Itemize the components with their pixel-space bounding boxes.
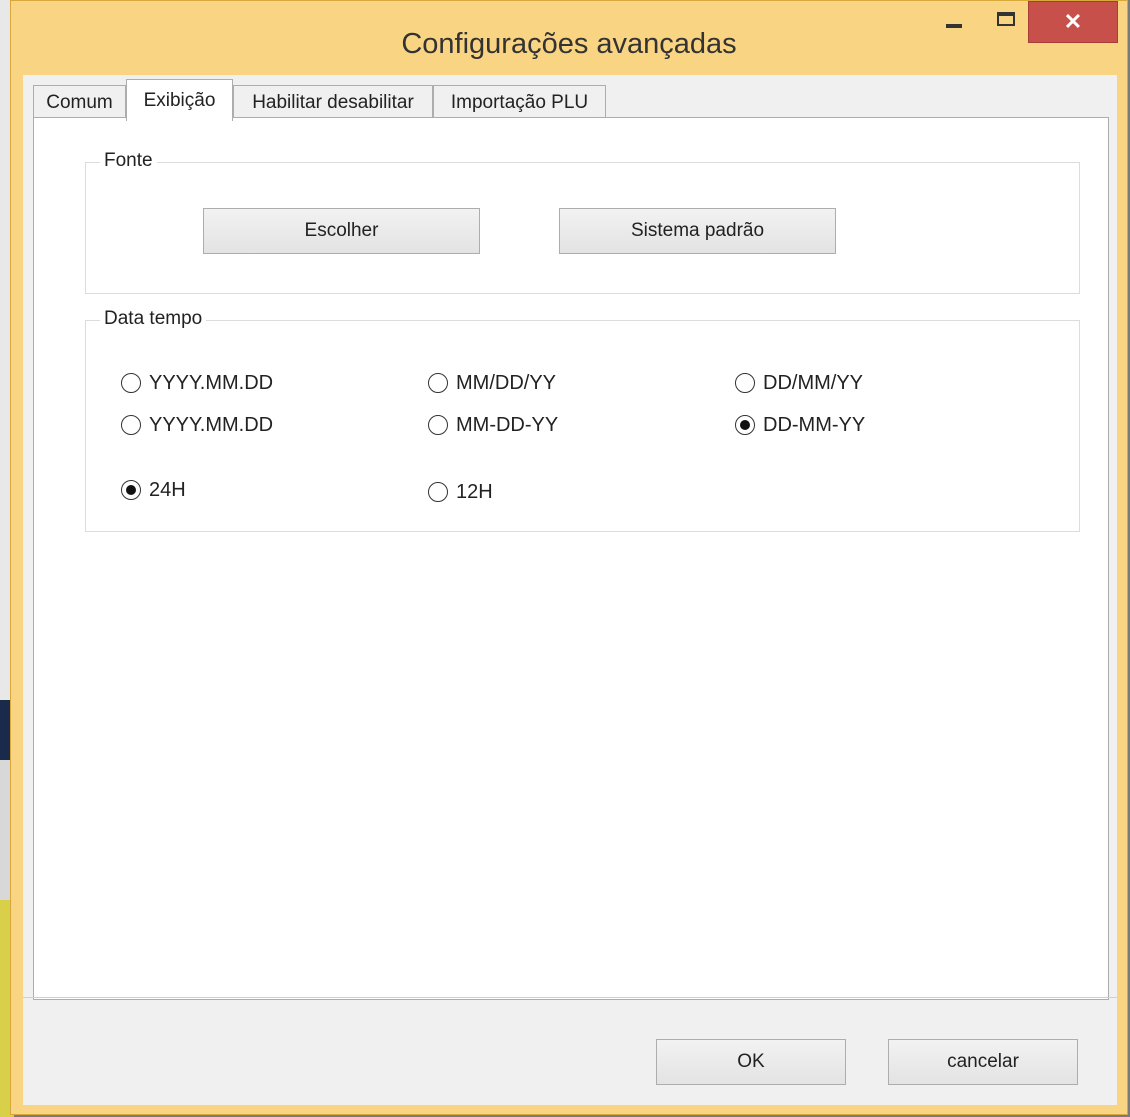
- maximize-icon: [997, 12, 1015, 26]
- radio-label: 12H: [456, 480, 493, 503]
- tab-panel-exibicao: Fonte Escolher Sistema padrão Data tempo…: [33, 117, 1109, 1000]
- radio-circle: [735, 373, 755, 393]
- close-button[interactable]: ✕: [1028, 1, 1118, 43]
- radio-dot: [126, 485, 136, 495]
- radio-label: MM/DD/YY: [456, 371, 556, 394]
- datetime-group: Data tempo YYYY.MM.DD MM/DD/YY DD/MM/YY …: [85, 308, 1080, 532]
- dialog-client-area: Comum Exibição Habilitar desabilitar Imp…: [23, 75, 1117, 1105]
- choose-font-button[interactable]: Escolher: [203, 208, 480, 254]
- font-group: Fonte Escolher Sistema padrão: [85, 150, 1080, 294]
- footer-divider: [23, 997, 1117, 998]
- tab-exibicao[interactable]: Exibição: [126, 79, 233, 121]
- ok-button[interactable]: OK: [656, 1039, 846, 1085]
- radio-circle: [428, 415, 448, 435]
- radio-label: 24H: [149, 478, 186, 501]
- radio-circle: [121, 415, 141, 435]
- radio-label: MM-DD-YY: [456, 413, 559, 436]
- radio-label: DD-MM-YY: [763, 413, 866, 436]
- datetime-group-label: Data tempo: [100, 308, 207, 330]
- tab-habilitar-desabilitar[interactable]: Habilitar desabilitar: [233, 85, 433, 119]
- settings-dialog: Configurações avançadas ✕ Comum Exibição…: [10, 0, 1128, 1115]
- radio-circle: [121, 373, 141, 393]
- date-format-dd-mm-yy-slash[interactable]: DD/MM/YY: [735, 370, 863, 396]
- system-default-font-button[interactable]: Sistema padrão: [559, 208, 836, 254]
- cancel-button[interactable]: cancelar: [888, 1039, 1078, 1085]
- time-format-12h[interactable]: 12H: [428, 479, 493, 505]
- date-format-yyyy-mm-dd-alt[interactable]: YYYY.MM.DD: [121, 412, 273, 438]
- radio-circle: [428, 482, 448, 502]
- maximize-button[interactable]: [986, 1, 1026, 43]
- minimize-icon: [946, 24, 962, 28]
- radio-circle: [428, 373, 448, 393]
- radio-circle-selected: [121, 480, 141, 500]
- radio-circle-selected: [735, 415, 755, 435]
- radio-dot: [740, 420, 750, 430]
- radio-label: YYYY.MM.DD: [149, 413, 274, 436]
- tab-comum[interactable]: Comum: [33, 85, 126, 119]
- date-format-dd-mm-yy-dash[interactable]: DD-MM-YY: [735, 412, 865, 438]
- date-format-mm-dd-yy-slash[interactable]: MM/DD/YY: [428, 370, 556, 396]
- radio-label: DD/MM/YY: [763, 371, 863, 394]
- minimize-button[interactable]: [934, 1, 974, 43]
- time-format-24h[interactable]: 24H: [121, 477, 186, 503]
- radio-label: YYYY.MM.DD: [149, 371, 274, 394]
- close-icon: ✕: [1063, 9, 1083, 34]
- date-format-mm-dd-yy-dash[interactable]: MM-DD-YY: [428, 412, 558, 438]
- date-format-yyyy-mm-dd-dot[interactable]: YYYY.MM.DD: [121, 370, 273, 396]
- font-group-label: Fonte: [100, 150, 157, 172]
- tab-importacao-plu[interactable]: Importação PLU: [433, 85, 606, 119]
